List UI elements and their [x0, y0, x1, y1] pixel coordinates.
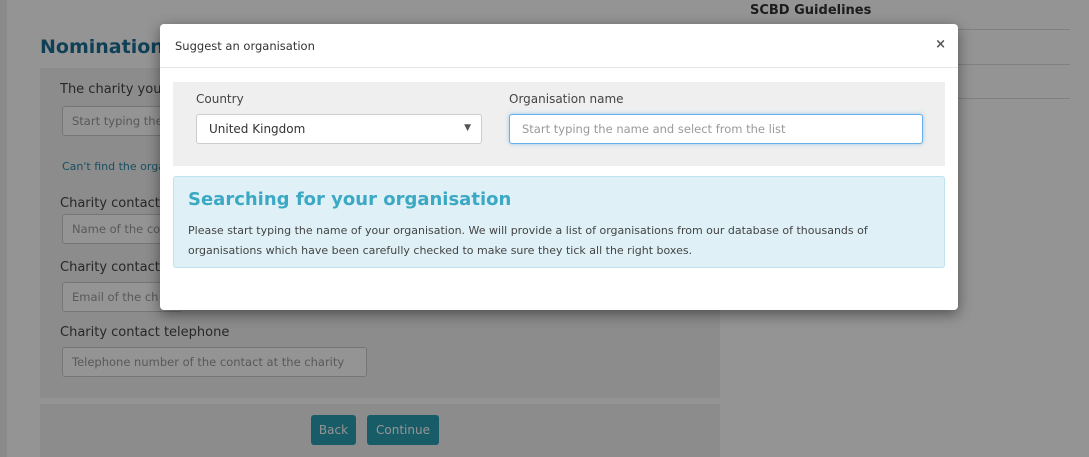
info-title: Searching for your organisation: [188, 189, 512, 210]
modal-title: Suggest an organisation: [175, 39, 315, 53]
suggest-organisation-modal: Suggest an organisation × Country United…: [160, 24, 958, 310]
chevron-down-icon: ▼: [464, 123, 471, 133]
organisation-name-input[interactable]: Start typing the name and select from th…: [509, 114, 923, 144]
info-box: Searching for your organisation Please s…: [173, 176, 945, 268]
modal-header: Suggest an organisation ×: [160, 24, 958, 68]
country-label: Country: [196, 92, 244, 106]
country-select[interactable]: United Kingdom ▼: [196, 114, 482, 144]
search-panel: Country United Kingdom ▼ Organisation na…: [173, 82, 945, 166]
organisation-name-label: Organisation name: [509, 92, 624, 106]
country-select-value: United Kingdom: [209, 122, 306, 136]
close-icon[interactable]: ×: [935, 37, 946, 52]
info-text: Please start typing the name of your org…: [188, 224, 868, 257]
